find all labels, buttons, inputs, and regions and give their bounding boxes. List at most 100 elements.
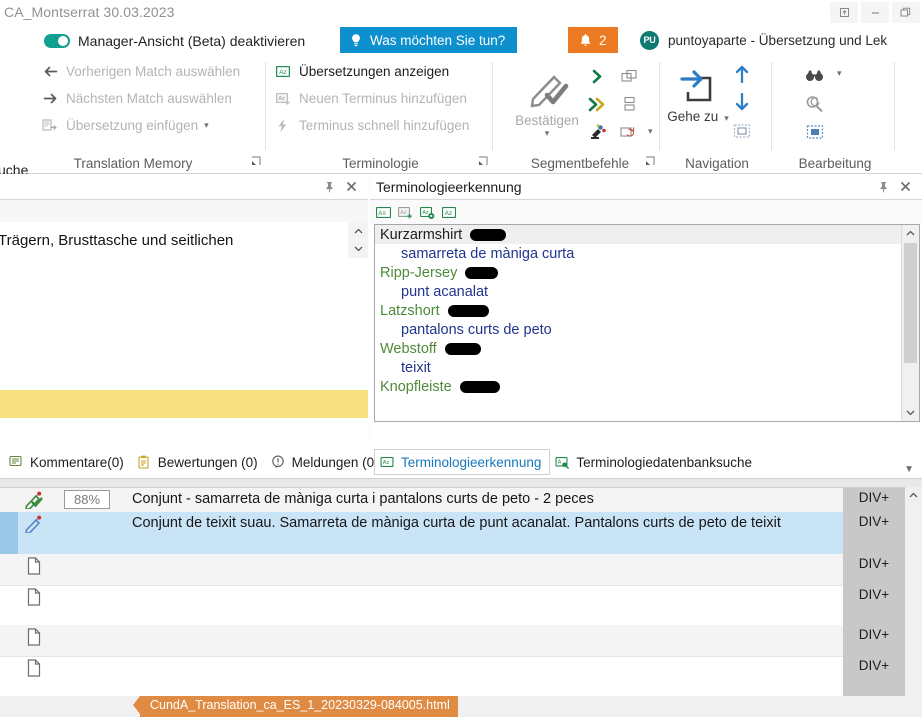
segment-source-text[interactable] [124,625,843,656]
chevron-down-icon[interactable]: ▾ [648,126,653,137]
tabs-overflow-chevron-down-icon[interactable]: ▼ [904,464,914,475]
add-new-term-icon[interactable]: Az [397,204,414,220]
select-next-match-command[interactable]: Nächsten Match auswählen [40,91,232,106]
segment-status: DIV+ [843,625,905,656]
terminology-source-term[interactable]: Latzshort [375,301,901,320]
segment-target-text[interactable]: Conjunt de teixit suau. Samarreta de màn… [124,512,843,554]
row-status-icon[interactable] [18,625,50,656]
find-button[interactable] [803,64,827,88]
row-status-icon[interactable] [18,656,50,696]
ribbon-group-label-bearbeitung: Bearbeitung [775,156,895,171]
dialog-launcher-translation-memory[interactable] [251,154,261,169]
tab-terminologieerkennung[interactable]: Az Terminologieerkennung [374,449,550,475]
close-icon[interactable] [340,176,362,198]
segment-source-text[interactable] [124,554,843,585]
scroll-down-arrow[interactable] [902,405,919,421]
restore-up-button[interactable] [830,2,858,23]
terminology-list[interactable]: Kurzarmshirt samarreta de màniga curta R… [374,224,920,422]
chevron-down-icon[interactable]: ▾ [837,68,842,79]
table-row[interactable]: DIV+ [0,656,922,697]
svg-text:Az: Az [382,460,389,466]
terminology-source-term[interactable]: Kurzarmshirt [375,225,901,244]
move-down-button[interactable] [730,90,754,114]
merge-segments-icon [621,69,639,84]
account-button[interactable]: PU puntoyaparte - Übersetzung und Lek [640,27,887,53]
tell-me-button[interactable]: Was möchten Sie tun? [340,27,517,53]
dialog-launcher-terminologie[interactable] [478,154,488,169]
terminology-source-term[interactable]: Webstoff [375,339,901,358]
select-segment-button[interactable] [730,119,754,143]
segment-source-text[interactable]: Conjunt - samarreta de màniga curta i pa… [124,488,843,512]
scrollbar-thumb[interactable] [904,243,917,363]
table-row[interactable]: DIV+ [0,585,922,626]
goto-command[interactable]: Gehe zu▾ [667,66,729,124]
restore-up-icon [839,7,850,18]
source-text-scrollbar[interactable] [348,222,368,258]
goto-icon [676,94,720,109]
confirm-all-button[interactable] [586,92,610,116]
minimize-button[interactable] [861,2,889,23]
chevron-down-icon[interactable]: ▾ [204,120,209,131]
terminology-source-term[interactable]: Ripp-Jersey [375,263,901,282]
table-row[interactable]: DIV+ [0,625,922,657]
table-row[interactable]: DIV+ [0,554,922,586]
pin-icon[interactable] [872,176,894,198]
row-status-icon[interactable] [18,585,50,625]
terminology-source-term[interactable]: Knopfleiste [375,377,901,396]
terminology-target-term[interactable]: pantalons curts de peto [375,320,901,339]
row-status-icon[interactable] [18,488,50,512]
chevron-down-icon[interactable]: ▾ [508,128,586,139]
notifications-button[interactable]: 2 [568,27,618,53]
quick-add-term-command[interactable]: Terminus schnell hinzufügen [273,118,469,133]
row-status-icon[interactable] [18,512,50,554]
maximize-button[interactable] [892,2,920,23]
tab-meldungen[interactable]: Meldungen (0) [266,450,387,474]
chevron-down-icon[interactable]: ▾ [724,113,729,123]
tab-terminologiedatenbanksuche[interactable]: A Terminologiedatenbanksuche [550,450,760,474]
grid-vertical-scrollbar[interactable] [905,487,922,717]
split-segment-button[interactable] [618,92,642,116]
table-row[interactable]: 88% Conjunt - samarreta de màniga curta … [0,488,922,513]
terminology-source-label: Kurzarmshirt [380,227,462,243]
terminology-target-term[interactable]: teixit [375,358,901,377]
source-text-row[interactable]: Trägern, Brusttasche und seitlichen [0,222,368,258]
file-tag[interactable]: CundA_Translation_ca_ES_1_20230329-08400… [140,696,458,717]
tab-bewertungen[interactable]: Bewertungen (0) [132,450,266,474]
segment-source-text[interactable] [124,656,843,696]
toggle-switch[interactable] [44,34,70,48]
edit-term-settings-icon[interactable]: Az [419,204,436,220]
dialog-launcher-segmentbefehle[interactable] [645,154,655,169]
insert-translation-command[interactable]: Übersetzung einfügen ▾ [40,118,209,133]
match-score: 88% [64,490,110,509]
move-up-button[interactable] [730,62,754,86]
table-row[interactable]: Conjunt de teixit suau. Samarreta de màn… [0,512,922,555]
scroll-up-arrow[interactable] [902,225,919,241]
confirm-command[interactable]: Bestätigen ▾ [508,66,586,139]
terminology-list-scrollbar[interactable] [901,225,919,421]
terminology-target-term[interactable]: samarreta de màniga curta [375,244,901,263]
view-term-details-icon[interactable]: A≡ [375,204,392,220]
change-segment-button[interactable] [618,120,642,144]
clear-formatting-button[interactable] [586,120,610,144]
highlighted-row[interactable] [0,390,368,418]
merge-segments-button[interactable] [618,64,642,88]
select-all-button[interactable] [803,120,827,144]
find-replace-button[interactable] [803,92,827,116]
show-translations-command[interactable]: Az Übersetzungen anzeigen [273,64,449,79]
empty-doc-icon [27,557,42,575]
pin-icon[interactable] [318,176,340,198]
terminology-target-term[interactable]: punt acanalat [375,282,901,301]
show-translations-icon[interactable]: Az [441,204,458,220]
tab-kommentare[interactable]: Kommentare(0) [4,450,132,474]
terminology-recognition-icon: Az [379,454,395,470]
close-icon[interactable] [894,176,916,198]
add-new-term-command[interactable]: Az Neuen Terminus hinzufügen [273,91,467,106]
segment-source-text[interactable] [124,585,843,625]
scroll-up-arrow[interactable] [905,487,922,502]
confirm-next-button[interactable] [586,64,610,88]
select-previous-match-label: Vorherigen Match auswählen [66,64,240,79]
application-window: CA_Montserrat 30.03.2023 Manager-Ansicht… [0,0,922,686]
select-previous-match-command[interactable]: Vorherigen Match auswählen [40,64,240,79]
manager-view-toggle[interactable]: Manager-Ansicht (Beta) deaktivieren [44,28,305,54]
row-status-icon[interactable] [18,554,50,585]
